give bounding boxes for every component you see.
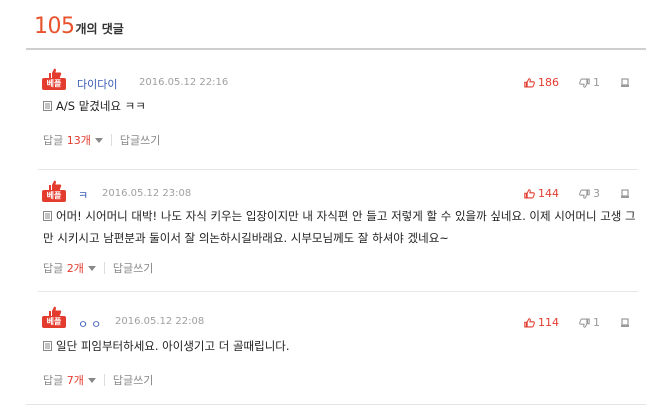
chevron-down-icon[interactable]: [87, 265, 96, 271]
comment-item: 베플 ㅋ 2016.05.12 23:08 144 3 어머! 시어머니 대박!…: [26, 162, 646, 292]
comment-date: 2016.05.12 22:08: [115, 316, 205, 327]
reply-label: 답글: [43, 262, 64, 275]
thumbs-down-icon: [579, 189, 590, 199]
comment-text: 어머! 시어머니 대박! 나도 자식 키우는 입장이지만 내 자식편 안 들고 …: [43, 209, 636, 245]
comments-section: 105 개의 댓글 베플 다이다이 2016.05.12 22:16 186 1…: [0, 0, 662, 420]
best-comment-badge: 베플: [42, 306, 68, 330]
write-reply-link[interactable]: 답글쓰기: [120, 132, 160, 148]
write-reply-link[interactable]: 답글쓰기: [113, 260, 153, 276]
comment-item: 베플 다이다이 2016.05.12 22:16 186 1 A/S 맡겼네요 …: [26, 50, 646, 170]
comment-body: 일단 피임부터하세요. 아이생기고 더 골때립니다.: [43, 335, 638, 357]
like-count: 186: [538, 76, 559, 89]
thumbs-down-icon: [579, 78, 590, 88]
comment-text: A/S 맡겼네요 ㅋㅋ: [56, 99, 146, 113]
comment-date: 2016.05.12 23:08: [102, 188, 192, 199]
reply-toggle[interactable]: 답글 2개: [43, 260, 84, 276]
author-name[interactable]: ㅋ: [78, 187, 88, 203]
reply-count: 13개: [66, 134, 91, 147]
chevron-down-icon[interactable]: [94, 137, 103, 143]
divider: [103, 262, 105, 274]
comment-actions: 답글 2개 답글쓰기: [43, 260, 153, 276]
like-count: 114: [538, 316, 559, 329]
divider: [103, 374, 105, 386]
comment-item: 베플 ㅇㅇ 2016.05.12 22:08 114 1 일단 피임부터하세요.…: [26, 292, 646, 402]
reply-count: 2개: [66, 262, 84, 275]
like-button[interactable]: 144: [524, 187, 559, 200]
best-badge-label: 베플: [42, 316, 66, 328]
reply-label: 답글: [43, 374, 64, 387]
comments-header: 105 개의 댓글: [34, 14, 124, 46]
best-comment-badge: 베플: [42, 68, 68, 92]
write-reply-link[interactable]: 답글쓰기: [113, 372, 153, 388]
author-name[interactable]: ㅇㅇ: [78, 316, 104, 332]
comment-count: 105: [34, 14, 75, 39]
comment-actions: 답글 13개 답글쓰기: [43, 132, 160, 148]
dislike-count: 1: [593, 76, 600, 89]
comment-body: A/S 맡겼네요 ㅋㅋ: [43, 95, 638, 117]
dislike-button[interactable]: 1: [579, 76, 600, 89]
document-icon: [43, 341, 52, 351]
like-button[interactable]: 114: [524, 316, 559, 329]
dislike-count: 3: [593, 187, 600, 200]
comment-date: 2016.05.12 22:16: [139, 77, 229, 88]
reply-toggle[interactable]: 답글 13개: [43, 132, 91, 148]
reply-toggle[interactable]: 답글 7개: [43, 372, 84, 388]
comment-actions: 답글 7개 답글쓰기: [43, 372, 153, 388]
divider: [110, 134, 112, 146]
reply-label: 답글: [43, 134, 64, 147]
author-name[interactable]: 다이다이: [77, 76, 117, 92]
document-icon: [43, 101, 52, 111]
chevron-down-icon[interactable]: [87, 377, 96, 383]
thumbs-down-icon: [579, 318, 590, 328]
best-comment-badge: 베플: [42, 180, 68, 204]
report-icon[interactable]: [620, 318, 630, 328]
thumbs-up-icon: [524, 188, 535, 198]
like-button[interactable]: 186: [524, 76, 559, 89]
best-badge-label: 베플: [42, 190, 66, 202]
document-icon: [43, 211, 52, 221]
report-icon[interactable]: [620, 189, 630, 199]
dislike-button[interactable]: 3: [579, 187, 600, 200]
dislike-button[interactable]: 1: [579, 316, 600, 329]
reply-count: 7개: [66, 374, 84, 387]
comment-body: 어머! 시어머니 대박! 나도 자식 키우는 입장이지만 내 자식편 안 들고 …: [43, 205, 638, 249]
like-count: 144: [538, 187, 559, 200]
report-icon[interactable]: [620, 78, 630, 88]
thumbs-up-icon: [524, 317, 535, 327]
best-badge-label: 베플: [42, 78, 66, 90]
dislike-count: 1: [593, 316, 600, 329]
comment-text: 일단 피임부터하세요. 아이생기고 더 골때립니다.: [56, 339, 290, 353]
comment-count-label: 개의 댓글: [75, 22, 124, 36]
thumbs-up-icon: [524, 77, 535, 87]
footer-divider: [26, 404, 646, 405]
